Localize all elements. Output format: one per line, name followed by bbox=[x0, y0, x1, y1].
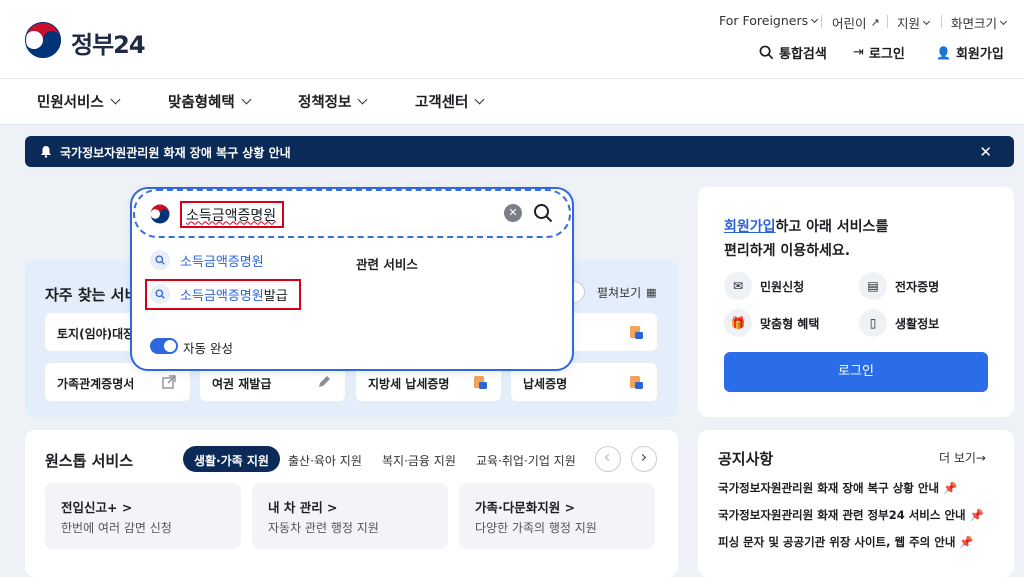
chevron-left-icon bbox=[604, 453, 613, 462]
logo-text[interactable]: 정부24 bbox=[71, 25, 146, 60]
gov-logo-icon[interactable] bbox=[24, 21, 62, 59]
document-orange-icon bbox=[630, 376, 643, 389]
onestop-move-in[interactable]: 전입신고+ > 한번에 여러 감면 신청 bbox=[45, 483, 241, 549]
autocomplete-label: 자동 완성 bbox=[183, 341, 233, 356]
chevron-down-icon bbox=[110, 94, 121, 105]
chevron-down-icon bbox=[922, 17, 931, 25]
chevron-down-icon bbox=[474, 94, 485, 105]
clear-icon[interactable]: ✕ bbox=[504, 204, 522, 222]
user-plus-icon: 👤 bbox=[936, 45, 951, 60]
integrated-search-button[interactable]: 통합검색 bbox=[759, 43, 827, 62]
pin-icon: 📌 bbox=[969, 508, 984, 522]
login-button[interactable]: 로그인 bbox=[724, 352, 988, 392]
external-link-icon: ↗ bbox=[870, 16, 880, 29]
nav-customer-center[interactable]: 고객센터 bbox=[415, 91, 485, 112]
chevron-down-icon bbox=[811, 15, 819, 23]
service-custom-benefit[interactable]: 🎁 맞춤형 혜택 bbox=[724, 309, 819, 337]
document-icon: ▤ bbox=[859, 272, 887, 300]
chip-education-jobs[interactable]: 교육·취업·기업 지원 bbox=[465, 446, 587, 472]
divider bbox=[821, 15, 822, 28]
onestop-multicultural[interactable]: 가족·다문화지원 > 다양한 가족의 행정 지원 bbox=[459, 483, 655, 549]
search-icon[interactable] bbox=[533, 203, 553, 223]
gov-logo-icon bbox=[150, 204, 170, 224]
signup-inline-link[interactable]: 회원가입 bbox=[724, 219, 776, 235]
support-link[interactable]: 지원 bbox=[897, 13, 931, 32]
notice-item[interactable]: 피싱 문자 및 공공기관 위장 사이트, 웹 주의 안내 📌 bbox=[718, 534, 974, 550]
login-card-title: 회원가입하고 아래 서비스를 편리하게 이용하세요. bbox=[724, 219, 889, 259]
frequent-services-title: 자주 찾는 서비 bbox=[45, 286, 139, 304]
chip-birth-childcare[interactable]: 출산·육아 지원 bbox=[277, 446, 373, 472]
login-icon: ⇥ bbox=[853, 45, 864, 60]
related-services-label: 관련 서비스 bbox=[356, 257, 418, 272]
login-link[interactable]: ⇥ 로그인 bbox=[853, 43, 905, 62]
next-button[interactable] bbox=[631, 446, 657, 472]
chip-life-family[interactable]: 생활·가족 지원 bbox=[183, 446, 280, 472]
service-e-cert[interactable]: ▤ 전자증명 bbox=[859, 272, 939, 300]
search-icon bbox=[759, 45, 774, 60]
pen-icon bbox=[319, 376, 330, 387]
screen-size-link[interactable]: 화면크기 bbox=[951, 13, 1008, 32]
divider bbox=[941, 15, 942, 28]
nav-civil-service[interactable]: 민원서비스 bbox=[37, 91, 121, 112]
notice-banner[interactable]: 국가정보자원관리원 화재 장애 복구 상황 안내 ✕ bbox=[25, 136, 1014, 167]
gift-icon: 🎁 bbox=[724, 309, 752, 337]
autocomplete-toggle[interactable] bbox=[150, 338, 178, 354]
expand-button[interactable]: 펼쳐보기 ▦ bbox=[597, 284, 657, 301]
close-icon[interactable]: ✕ bbox=[979, 143, 992, 161]
pin-icon: 📌 bbox=[943, 481, 958, 495]
suggestion-item[interactable]: 소득금액증명원 bbox=[150, 250, 264, 270]
divider bbox=[887, 15, 888, 28]
notice-item[interactable]: 국가정보자원관리원 화재 장애 복구 상황 안내 📌 bbox=[718, 480, 957, 496]
chevron-down-icon bbox=[999, 17, 1008, 25]
banner-text: 국가정보자원관리원 화재 장애 복구 상황 안내 bbox=[60, 146, 291, 160]
bookmark-icon: ▯ bbox=[859, 309, 887, 337]
main-nav bbox=[0, 78, 1024, 125]
nav-custom-benefit[interactable]: 맞춤형혜택 bbox=[168, 91, 252, 112]
signup-link[interactable]: 👤 회원가입 bbox=[936, 43, 1004, 63]
service-life-info[interactable]: ▯ 생활정보 bbox=[859, 309, 939, 337]
notice-item[interactable]: 국가정보자원관리원 화재 관련 정부24 서비스 안내 📌 bbox=[718, 507, 984, 523]
check-icon bbox=[164, 340, 176, 352]
service-civil-apply[interactable]: ✉ 민원신청 bbox=[724, 272, 804, 300]
prev-button[interactable] bbox=[595, 446, 621, 472]
pin-icon: 📌 bbox=[959, 535, 974, 549]
document-orange-icon bbox=[630, 326, 643, 339]
chevron-right-icon bbox=[638, 453, 647, 462]
kids-link[interactable]: 어린이 ↗ bbox=[832, 13, 880, 32]
notice-more-link[interactable]: 더 보기→ bbox=[939, 449, 986, 466]
suggestion-highlight-box bbox=[145, 279, 301, 310]
bell-icon bbox=[41, 146, 51, 158]
grid-icon: ▦ bbox=[646, 286, 657, 299]
search-input[interactable] bbox=[180, 201, 284, 228]
chevron-down-icon bbox=[357, 94, 368, 105]
top-header bbox=[0, 0, 1024, 78]
notice-title: 공지사항 bbox=[718, 450, 774, 468]
mail-icon: ✉ bbox=[724, 272, 752, 300]
for-foreigners-link[interactable]: For Foreigners bbox=[719, 13, 819, 28]
onestop-title: 원스톱 서비스 bbox=[45, 452, 134, 470]
nav-policy-info[interactable]: 정책정보 bbox=[298, 91, 368, 112]
external-link-icon bbox=[162, 375, 176, 389]
search-icon bbox=[150, 250, 170, 270]
chip-welfare-finance[interactable]: 복지·금융 지원 bbox=[371, 446, 467, 472]
onestop-my-car[interactable]: 내 차 관리 > 자동차 관련 행정 지원 bbox=[252, 483, 448, 549]
document-orange-icon bbox=[474, 376, 487, 389]
chevron-down-icon bbox=[241, 94, 252, 105]
